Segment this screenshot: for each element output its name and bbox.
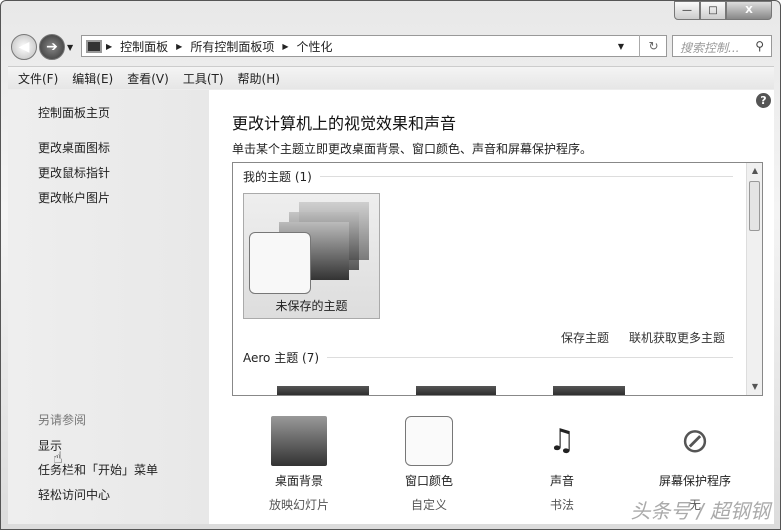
desktop-background-icon xyxy=(271,416,327,466)
see-also-ease-of-access-link[interactable]: 轻松访问中心 xyxy=(38,486,110,503)
more-themes-link[interactable]: 联机获取更多主题 xyxy=(629,329,725,346)
page-title: 更改计算机上的视觉效果和声音 xyxy=(232,114,457,133)
help-icon[interactable]: ? xyxy=(756,93,771,108)
sidebar-account-picture-link[interactable]: 更改帐户图片 xyxy=(38,189,110,206)
scroll-up-icon[interactable]: ▲ xyxy=(747,163,762,179)
forward-button[interactable]: ➔ xyxy=(39,34,65,60)
control-panel-icon xyxy=(86,39,102,53)
hand-cursor-icon: ☝ xyxy=(53,448,63,467)
page-subtitle: 单击某个主题立即更改桌面背景、窗口颜色、声音和屏幕保护程序。 xyxy=(232,142,593,156)
window-color-icon xyxy=(405,416,453,466)
my-themes-heading: 我的主题 (1) xyxy=(243,168,733,185)
theme-unsaved[interactable]: 未保存的主题 xyxy=(243,193,380,319)
aero-themes-heading: Aero 主题 (7) xyxy=(243,349,733,366)
address-bar[interactable]: ▶ 控制面板 ▶ 所有控制面板项 ▶ 个性化 ▼ xyxy=(81,35,667,57)
music-notes-icon: ♫ xyxy=(548,423,576,458)
theme-list[interactable]: 我的主题 (1) 未保存的主题 保存主题 联机获取更多主题 Aero 主题 (7… xyxy=(232,162,763,396)
back-button[interactable]: ◀ xyxy=(11,34,37,60)
sidebar: 控制面板主页 更改桌面图标 更改鼠标指针 更改帐户图片 另请参阅 显示 任务栏和… xyxy=(8,90,209,524)
main-content: ? 更改计算机上的视觉效果和声音 单击某个主题立即更改桌面背景、窗口颜色、声音和… xyxy=(209,90,774,524)
search-icon: ⚲ xyxy=(755,39,764,53)
desktop-background-option[interactable]: 桌面背景 放映幻灯片 xyxy=(244,416,354,513)
screensaver-none-icon: ⊘ xyxy=(680,421,710,461)
window-color-option[interactable]: 窗口颜色 自定义 xyxy=(374,416,484,513)
breadcrumb-personalization[interactable]: 个性化 xyxy=(297,38,333,55)
scroll-thumb[interactable] xyxy=(749,181,760,231)
breadcrumb-all-items[interactable]: 所有控制面板项 xyxy=(190,38,274,55)
menu-help[interactable]: 帮助(H) xyxy=(238,70,280,87)
menu-edit[interactable]: 编辑(E) xyxy=(72,70,113,87)
sidebar-mouse-pointer-link[interactable]: 更改鼠标指针 xyxy=(38,164,110,181)
minimize-button[interactable]: — xyxy=(674,1,700,20)
see-also-heading: 另请参阅 xyxy=(38,413,87,427)
history-dropdown-icon[interactable]: ▼ xyxy=(67,43,73,52)
window: — □ X ◀ ➔ ▼ ▶ 控制面板 ▶ 所有控制面板项 ▶ 个性化 ▼ ↻ 搜… xyxy=(0,0,781,530)
scroll-down-icon[interactable]: ▼ xyxy=(747,379,762,395)
menu-view[interactable]: 查看(V) xyxy=(127,70,169,87)
search-input[interactable]: 搜索控制... ⚲ xyxy=(672,35,772,57)
theme-list-scrollbar[interactable]: ▲ ▼ xyxy=(746,163,762,395)
sidebar-desktop-icons-link[interactable]: 更改桌面图标 xyxy=(38,139,110,156)
menu-bar: 文件(F) 编辑(E) 查看(V) 工具(T) 帮助(H) xyxy=(8,66,774,89)
menu-tools[interactable]: 工具(T) xyxy=(183,70,224,87)
menu-file[interactable]: 文件(F) xyxy=(18,70,58,87)
close-button[interactable]: X xyxy=(726,1,772,20)
breadcrumb-control-panel[interactable]: 控制面板 xyxy=(120,38,168,55)
address-dropdown-icon[interactable]: ▼ xyxy=(618,42,624,51)
save-theme-link[interactable]: 保存主题 xyxy=(561,329,609,346)
maximize-button[interactable]: □ xyxy=(700,1,726,20)
refresh-icon[interactable]: ↻ xyxy=(639,35,667,57)
sidebar-home-link[interactable]: 控制面板主页 xyxy=(38,104,110,121)
watermark: 头条号 / 超钢钢 xyxy=(630,499,770,523)
sound-option[interactable]: ♫ 声音 书法 xyxy=(507,416,617,513)
